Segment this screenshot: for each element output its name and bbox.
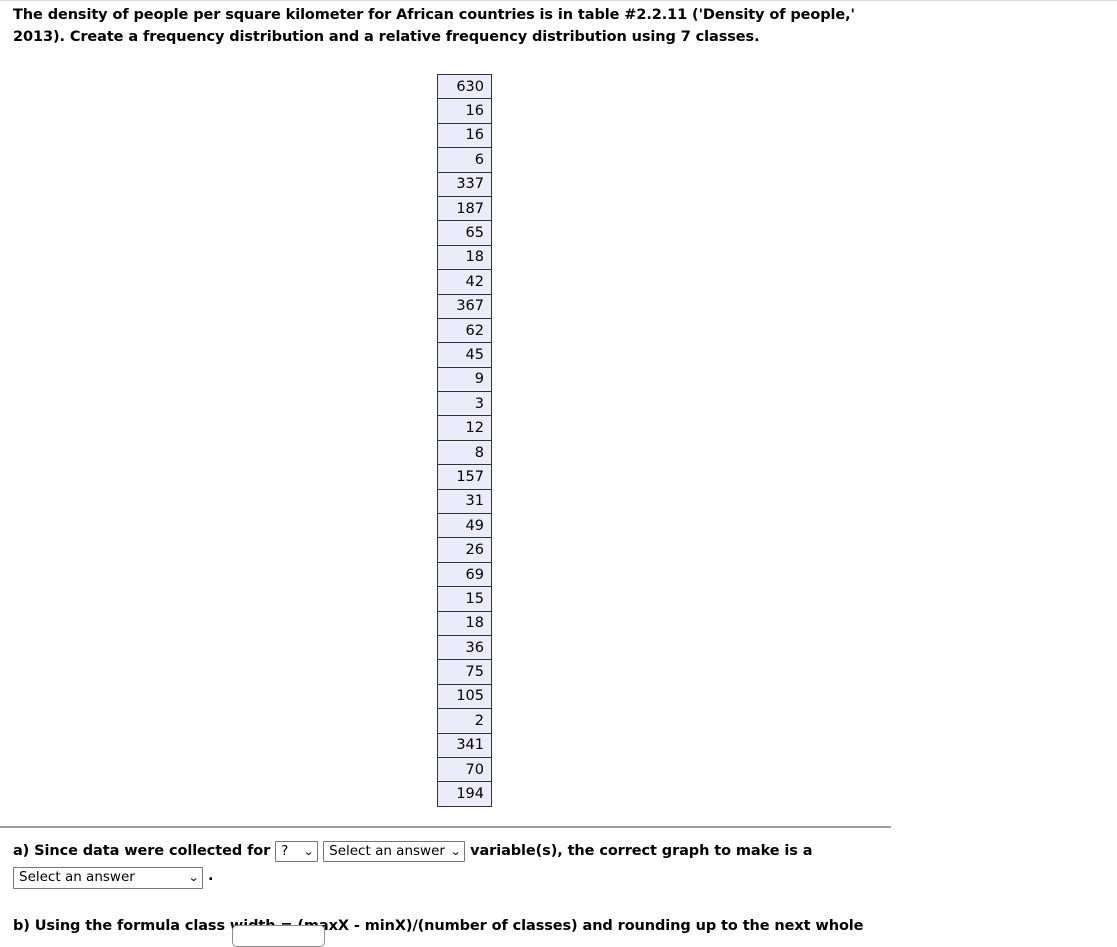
table-row: 8 [437, 439, 492, 466]
density-data-table: 630 16 16 6 337 187 65 18 42 367 62 45 9 3 12 8 157 31 49 2… [437, 73, 492, 807]
top-divider [0, 0, 1117, 1]
table-row: 337 [437, 171, 492, 197]
table-cell: 630 [437, 73, 492, 100]
variable-type-select[interactable]: Select an answer ⌄ [323, 841, 466, 862]
table-cell: 70 [437, 756, 492, 783]
table-row: 18 [437, 244, 492, 271]
table-row: 62 [437, 317, 492, 344]
table-row: 2 [437, 708, 492, 734]
table-row: 157 [437, 464, 492, 490]
table-cell: 42 [437, 269, 492, 295]
table-cell: 105 [437, 683, 492, 710]
table-cell: 18 [437, 610, 492, 636]
table-cell: 16 [437, 98, 492, 124]
chevron-down-icon: ⌄ [187, 871, 200, 884]
table-row: 18 [437, 610, 492, 636]
table-row: 49 [437, 513, 492, 539]
question-a-text-middle: variable(s), the correct graph to make i… [470, 843, 813, 859]
table-cell: 3 [437, 391, 492, 417]
question-a: a) Since data were collected for ? ⌄ Sel… [13, 840, 913, 889]
chevron-down-icon: ⌄ [302, 845, 315, 858]
table-cell: 8 [437, 439, 492, 466]
table-row: 9 [437, 366, 492, 393]
table-row: 70 [437, 756, 492, 783]
table-row: 3 [437, 391, 492, 417]
question-a-text-before: a) Since data were collected for [13, 843, 271, 859]
table-row: 187 [437, 195, 492, 222]
table-cell: 62 [437, 317, 492, 344]
table-cell: 12 [437, 415, 492, 441]
table-cell: 65 [437, 220, 492, 246]
table-row: 105 [437, 683, 492, 710]
table-row: 630 [437, 73, 492, 100]
answer-section: a) Since data were collected for ? ⌄ Sel… [13, 840, 913, 938]
table-cell: 49 [437, 513, 492, 539]
table-row: 194 [437, 781, 492, 807]
table-cell: 69 [437, 561, 492, 588]
table: 630 16 16 6 337 187 65 18 42 367 62 45 9 3 12 8 157 31 49 2… [437, 73, 492, 807]
table-cell: 15 [437, 586, 492, 612]
table-row: 75 [437, 659, 492, 685]
table-cell: 6 [437, 147, 492, 173]
table-cell: 367 [437, 293, 492, 319]
table-cell: 75 [437, 659, 492, 685]
table-row: 69 [437, 561, 492, 588]
table-row: 12 [437, 415, 492, 441]
table-cell: 16 [437, 122, 492, 149]
table-cell: 194 [437, 781, 492, 807]
question-b: b) Using the formula class width = (maxX… [13, 917, 864, 934]
table-row: 26 [437, 537, 492, 563]
table-cell: 187 [437, 195, 492, 222]
table-row: 6 [437, 147, 492, 173]
table-row: 31 [437, 488, 492, 515]
table-row: 16 [437, 98, 492, 124]
table-cell: 9 [437, 366, 492, 393]
section-divider [0, 826, 891, 828]
table-cell: 26 [437, 537, 492, 563]
table-row: 367 [437, 293, 492, 319]
variable-type-select-value: Select an answer [329, 843, 445, 859]
table-row: 36 [437, 634, 492, 661]
class-width-input[interactable] [232, 925, 325, 947]
table-cell: 31 [437, 488, 492, 515]
table-cell: 18 [437, 244, 492, 271]
page-title: The density of people per square kilomet… [13, 7, 855, 45]
table-cell: 45 [437, 342, 492, 368]
graph-type-select-value: Select an answer [19, 869, 135, 885]
variable-count-select[interactable]: ? ⌄ [275, 841, 319, 862]
table-cell: 337 [437, 171, 492, 197]
chevron-down-icon: ⌄ [449, 845, 462, 858]
graph-type-select[interactable]: Select an answer ⌄ [13, 866, 203, 889]
table-cell: 341 [437, 732, 492, 758]
table-row: 341 [437, 732, 492, 758]
table-row: 45 [437, 342, 492, 368]
table-cell: 2 [437, 708, 492, 734]
question-a-text-after: . [207, 867, 214, 884]
variable-count-select-value: ? [281, 843, 289, 859]
table-cell: 157 [437, 464, 492, 490]
table-cell: 36 [437, 634, 492, 661]
table-row: 42 [437, 269, 492, 295]
table-row: 15 [437, 586, 492, 612]
table-row: 16 [437, 122, 492, 149]
table-row: 65 [437, 220, 492, 246]
